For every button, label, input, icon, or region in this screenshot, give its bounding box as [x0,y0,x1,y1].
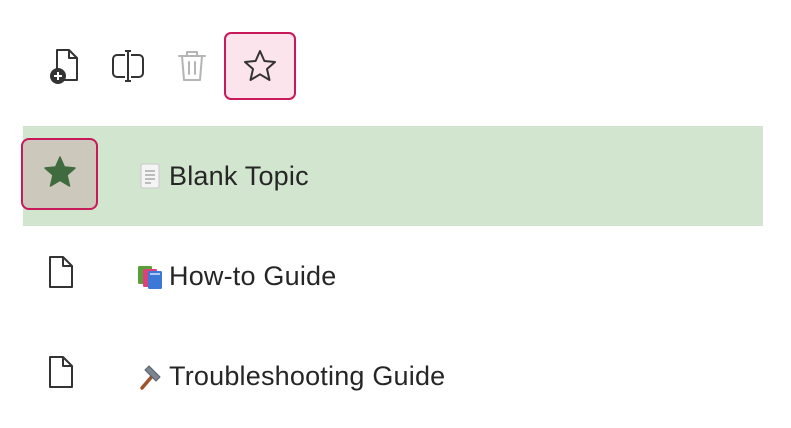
trash-icon [175,48,209,84]
topic-row-blank-topic[interactable]: Blank Topic [21,126,763,226]
topic-label: Blank Topic [135,126,309,226]
topic-row-troubleshooting-guide[interactable]: Troubleshooting Guide [23,326,763,426]
favorite-button[interactable] [224,32,296,100]
favorite-toggle[interactable] [21,138,98,210]
toolbar [32,32,296,100]
page-icon [135,161,165,191]
topic-panel: Blank Topic How-to Guide Troubleshooting… [0,0,791,428]
star-filled-icon [42,154,78,195]
document-icon [46,354,76,395]
star-outline-icon [242,48,278,84]
topic-label: Troubleshooting Guide [135,326,445,426]
delete-button[interactable] [160,34,224,98]
topic-title: Blank Topic [169,160,309,191]
document-icon [46,254,76,295]
rename-cursor-icon [110,48,146,84]
hammer-icon [135,361,165,391]
topic-title: How-to Guide [169,260,337,291]
topic-label: How-to Guide [135,226,336,326]
topic-title: Troubleshooting Guide [169,360,446,391]
rename-button[interactable] [96,34,160,98]
new-topic-button[interactable] [32,34,96,98]
new-topic-icon [47,47,81,85]
document-toggle[interactable] [23,338,99,410]
topic-row-how-to-guide[interactable]: How-to Guide [23,226,763,326]
books-icon [135,261,165,291]
topic-list: Blank Topic How-to Guide Troubleshooting… [21,126,763,426]
document-toggle[interactable] [23,238,99,310]
